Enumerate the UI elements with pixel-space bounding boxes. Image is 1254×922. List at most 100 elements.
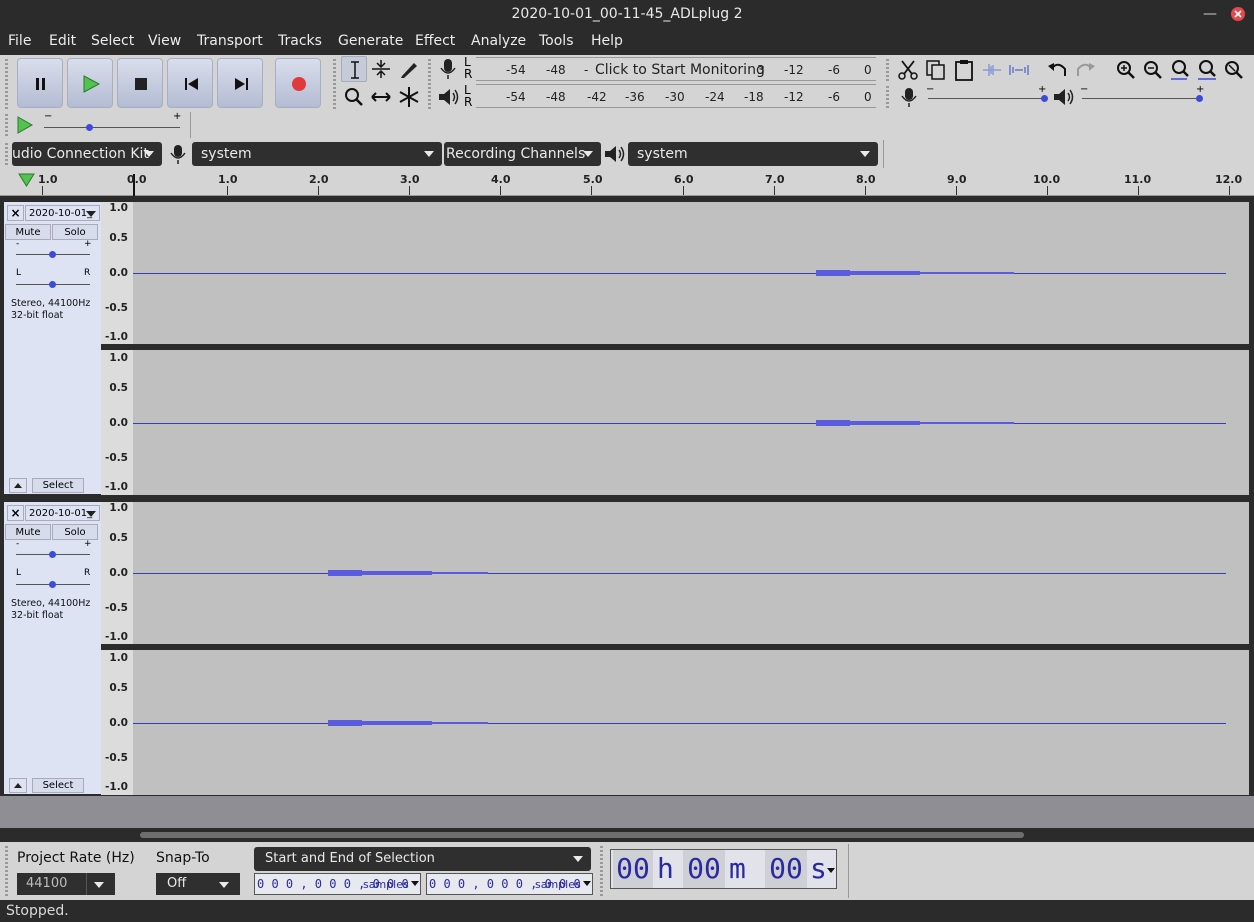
draw-tool-icon[interactable] (396, 56, 422, 82)
toolbar-grip[interactable] (886, 86, 889, 108)
menu-generate[interactable]: Generate (338, 33, 403, 49)
undo-icon[interactable] (1045, 57, 1071, 83)
record-button[interactable] (275, 58, 321, 108)
copy-icon[interactable] (923, 57, 949, 83)
time-display[interactable]: 00 h 00 m 00 s (610, 849, 837, 889)
minimize-icon[interactable]: — (1198, 0, 1222, 28)
cut-icon[interactable] (895, 57, 921, 83)
recording-device-select[interactable]: system (192, 142, 442, 166)
toolbar-grip[interactable] (428, 59, 431, 109)
multi-tool-icon[interactable] (396, 84, 422, 110)
envelope-tool-icon[interactable] (368, 56, 394, 82)
project-rate-label: Project Rate (Hz) (17, 850, 135, 866)
play-head-icon[interactable] (18, 172, 36, 188)
collapse-track-icon[interactable] (9, 778, 27, 793)
paste-icon[interactable] (951, 57, 977, 83)
chevron-down-icon (219, 882, 229, 888)
vertical-ruler[interactable]: 1.0 0.5 0.0 -0.5 -1.0 (101, 502, 133, 644)
gain-minus-label: - (16, 239, 20, 249)
play-button[interactable] (67, 58, 113, 108)
selection-tool-icon[interactable] (341, 56, 367, 82)
scrollbar-thumb[interactable] (140, 832, 1024, 838)
playback-meter-icon[interactable] (435, 84, 461, 110)
menu-tracks[interactable]: Tracks (278, 33, 322, 49)
pan-slider-knob[interactable] (49, 281, 56, 288)
mute-button[interactable]: Mute (5, 524, 51, 540)
toolbar-grip[interactable] (5, 846, 8, 896)
menu-transport[interactable]: Transport (197, 33, 263, 49)
track-name-menu[interactable]: 2020-10-01_ (25, 205, 100, 221)
redo-icon[interactable] (1072, 57, 1098, 83)
menu-select[interactable]: Select (91, 33, 134, 49)
toolbar-grip[interactable] (333, 59, 336, 109)
pan-slider-knob[interactable] (49, 581, 56, 588)
waveform-channel[interactable] (133, 502, 1249, 644)
menu-file[interactable]: File (8, 33, 31, 49)
skip-to-start-button[interactable] (167, 58, 213, 108)
close-track-icon[interactable]: × (7, 205, 24, 221)
project-rate-select[interactable]: 44100 (17, 873, 115, 895)
vertical-ruler[interactable]: 1.0 0.5 0.0 -0.5 -1.0 (101, 350, 133, 495)
zoom-in-icon[interactable] (1113, 57, 1139, 83)
record-volume-slider[interactable]: − + (926, 84, 1048, 108)
horizontal-scrollbar[interactable] (0, 828, 1254, 842)
menu-view[interactable]: View (148, 33, 181, 49)
menu-help[interactable]: Help (591, 33, 623, 49)
empty-track-area[interactable] (0, 796, 1254, 828)
vertical-ruler[interactable]: 1.0 0.5 0.0 -0.5 -1.0 (101, 202, 133, 344)
menu-tools[interactable]: Tools (539, 33, 574, 49)
start-monitoring-text[interactable]: Click to Start Monitoring (595, 62, 765, 78)
stop-button[interactable] (117, 58, 163, 108)
recording-channels-select[interactable]: Recording Channels (444, 142, 601, 166)
collapse-track-icon[interactable] (9, 478, 27, 493)
selection-start-field[interactable]: 0 0 0 , 0 0 0 , 0 0 0 samples (254, 873, 421, 895)
playback-volume-slider[interactable]: − + (1080, 84, 1204, 108)
zoom-toggle-icon[interactable] (1221, 57, 1247, 83)
toolbar-grip[interactable] (886, 59, 889, 81)
timeline-ruler[interactable]: 1.0 0.0 1.0 2.0 3.0 4.0 5.0 6.0 7.0 8.0 … (0, 168, 1254, 196)
silence-audio-icon[interactable] (1006, 57, 1032, 83)
menu-analyze[interactable]: Analyze (471, 33, 526, 49)
timeshift-tool-icon[interactable] (368, 84, 394, 110)
close-track-icon[interactable]: × (7, 505, 24, 521)
chevron-down-icon[interactable] (827, 868, 835, 873)
record-meter[interactable]: -54 -48 - Click to Start Monitoring 3 -1… (476, 57, 876, 81)
toolbar-grip[interactable] (600, 846, 603, 896)
waveform-channel[interactable] (133, 350, 1249, 495)
track-name-menu[interactable]: 2020-10-01_ (25, 505, 100, 521)
menu-effect[interactable]: Effect (415, 33, 455, 49)
play-speed-slider[interactable]: − + (42, 111, 182, 135)
select-track-button[interactable]: Select (32, 478, 84, 493)
mute-button[interactable]: Mute (5, 224, 51, 240)
select-track-button[interactable]: Select (32, 778, 84, 793)
solo-button[interactable]: Solo (52, 224, 98, 240)
playback-meter[interactable]: -54 -48 -42 -36 -30 -24 -18 -12 -6 0 (476, 84, 876, 108)
audio-host-select[interactable]: udio Connection Kit (12, 142, 162, 166)
close-window-icon[interactable] (1226, 0, 1250, 28)
zoom-tool-icon[interactable] (341, 84, 367, 110)
menu-edit[interactable]: Edit (49, 33, 76, 49)
gain-slider-knob[interactable] (49, 551, 56, 558)
solo-button[interactable]: Solo (52, 524, 98, 540)
toolbar-grip[interactable] (5, 114, 8, 136)
snap-to-select[interactable]: Off (156, 873, 240, 895)
zoom-out-icon[interactable] (1140, 57, 1166, 83)
toolbar-grip[interactable] (5, 59, 8, 109)
waveform-channel[interactable] (133, 202, 1249, 344)
play-at-speed-button[interactable] (12, 112, 38, 138)
trim-audio-icon[interactable] (979, 57, 1005, 83)
playback-device-select[interactable]: system (628, 142, 878, 166)
fit-selection-icon[interactable] (1167, 57, 1193, 83)
fit-project-icon[interactable] (1194, 57, 1220, 83)
vertical-ruler[interactable]: 1.0 0.5 0.0 -0.5 -1.0 (101, 650, 133, 795)
selection-mode-select[interactable]: Start and End of Selection (254, 847, 591, 871)
skip-to-end-button[interactable] (217, 58, 263, 108)
waveform-channel[interactable] (133, 650, 1249, 795)
track-control-panel[interactable]: × 2020-10-01_ Mute Solo - + L R Stereo, … (4, 202, 101, 494)
gain-slider-knob[interactable] (49, 251, 56, 258)
track-control-panel[interactable]: × 2020-10-01_ Mute Solo - + L R Stereo, … (4, 502, 101, 794)
record-meter-icon[interactable] (435, 56, 461, 82)
toolbar-grip[interactable] (5, 143, 8, 165)
pause-button[interactable] (17, 58, 63, 108)
selection-end-field[interactable]: 0 0 0 , 0 0 0 , 0 0 0 samples (426, 873, 593, 895)
